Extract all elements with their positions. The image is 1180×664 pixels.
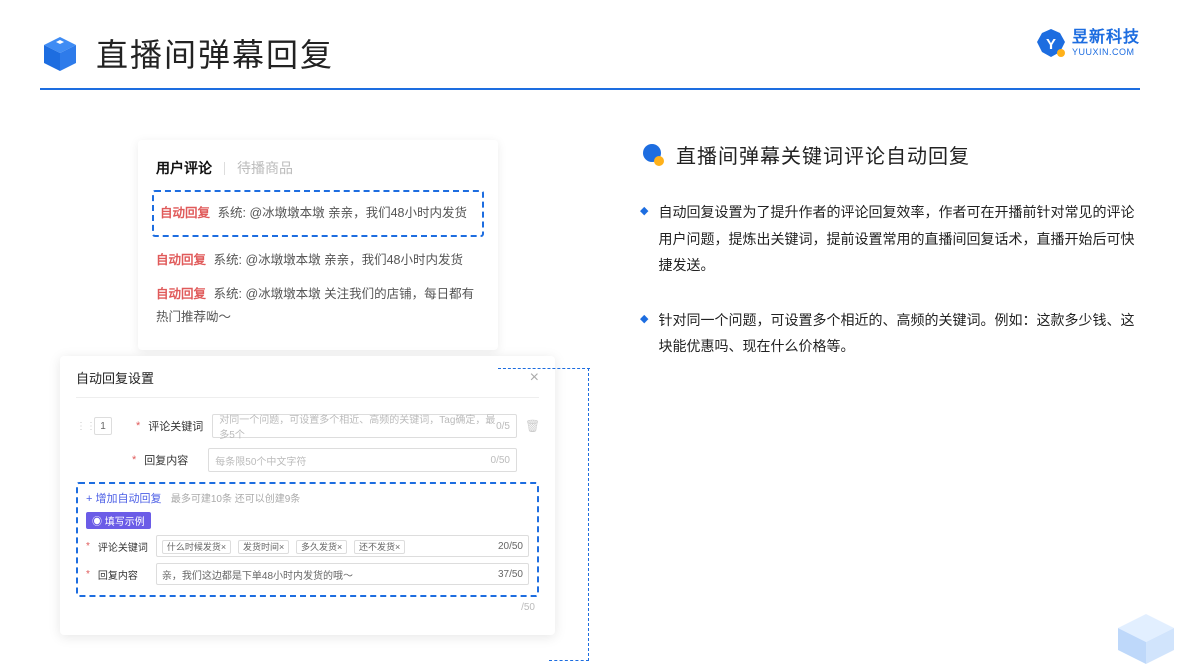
svg-text:Y: Y <box>1046 36 1056 53</box>
ex-keyword-counter: 20/50 <box>498 541 523 552</box>
comment-text: 系统: @冰墩墩本墩 亲亲，我们48小时内发货 <box>214 253 464 267</box>
comment-text: 系统: @冰墩墩本墩 亲亲，我们48小时内发货 <box>218 206 468 220</box>
example-keyword-row: * 评论关键词 什么时候发货× 发货时间× 多久发货× 还不发货× 20/50 <box>86 535 529 557</box>
tab-user-comments[interactable]: 用户评论 <box>156 158 212 178</box>
bullet-list: 自动回复设置为了提升作者的评论回复效率，作者可在开播前针对常见的评论用户问题，提… <box>640 199 1140 360</box>
settings-title: 自动回复设置 <box>76 368 154 387</box>
brand-name-en: YUUXIN.COM <box>1072 48 1140 57</box>
tag-chip[interactable]: 发货时间× <box>238 540 289 554</box>
cube-icon <box>40 33 80 73</box>
keyword-placeholder: 对同一个问题，可设置多个相近、高频的关键词，Tag确定，最多5个 <box>219 411 496 441</box>
list-item: 自动回复 系统: @冰墩墩本墩 亲亲，我们48小时内发货 <box>156 243 480 278</box>
example-reply-box: 亲，我们这边都是下单48小时内发货的哦～ 37/50 <box>156 563 529 585</box>
keyword-row: ⋮⋮ 1 * 评论关键词 对同一个问题，可设置多个相近、高频的关键词，Tag确定… <box>76 414 539 438</box>
keyword-label: 评论关键词 <box>148 418 204 434</box>
example-reply-row: * 回复内容 亲，我们这边都是下单48小时内发货的哦～ 37/50 <box>86 563 529 585</box>
ex-reply-label: 回复内容 <box>98 567 148 582</box>
section-head: 直播间弹幕关键词评论自动回复 <box>640 140 1140 169</box>
auto-reply-badge: 自动回复 <box>160 206 210 220</box>
required-icon: * <box>86 541 90 552</box>
ex-reply-counter: 37/50 <box>498 569 523 580</box>
corner-decoration <box>1112 606 1180 664</box>
reply-placeholder: 每条限50个中文字符 <box>215 453 306 468</box>
list-item: 自动回复 系统: @冰墩墩本墩 亲亲，我们48小时内发货 <box>160 196 476 231</box>
connector-line <box>549 660 589 661</box>
highlighted-comment: 自动回复 系统: @冰墩墩本墩 亲亲，我们48小时内发货 <box>152 190 484 237</box>
add-hint: 最多可建10条 还可以创建9条 <box>171 494 300 505</box>
required-icon: * <box>132 454 136 466</box>
add-auto-reply-link[interactable]: + 增加自动回复 <box>86 493 161 505</box>
required-icon: * <box>136 420 140 432</box>
left-column: 用户评论 待播商品 自动回复 系统: @冰墩墩本墩 亲亲，我们48小时内发货 自… <box>60 140 570 635</box>
brand-name-cn: 昱新科技 <box>1072 30 1140 46</box>
tab-pending-products[interactable]: 待播商品 <box>237 158 293 178</box>
tab-divider <box>224 162 225 175</box>
right-column: 直播间弹幕关键词评论自动回复 自动回复设置为了提升作者的评论回复效率，作者可在开… <box>640 140 1140 635</box>
drag-handle-icon[interactable]: ⋮⋮ <box>76 421 86 432</box>
page-header: 直播间弹幕回复 Y 昱新科技 YUUXIN.COM <box>0 0 1180 88</box>
page-title: 直播间弹幕回复 <box>96 30 334 76</box>
list-item: 自动回复设置为了提升作者的评论回复效率，作者可在开播前针对常见的评论用户问题，提… <box>640 199 1140 279</box>
ex-reply-text: 亲，我们这边都是下单48小时内发货的哦～ <box>162 567 353 582</box>
example-keyword-box: 什么时候发货× 发货时间× 多久发货× 还不发货× 20/50 <box>156 535 529 557</box>
keyword-counter: 0/5 <box>496 421 510 432</box>
brand-logo: Y 昱新科技 YUUXIN.COM <box>1036 28 1140 58</box>
connector-line <box>588 368 589 661</box>
connector-line <box>498 368 590 369</box>
trash-icon[interactable]: 🗑 <box>525 419 539 433</box>
ex-keyword-label: 评论关键词 <box>98 539 148 554</box>
auto-reply-badge: 自动回复 <box>156 253 206 267</box>
tag-chip[interactable]: 还不发货× <box>354 540 405 554</box>
tag-chip[interactable]: 什么时候发货× <box>162 540 231 554</box>
close-icon[interactable]: × <box>530 369 539 387</box>
reply-row: * 回复内容 每条限50个中文字符 0/50 <box>76 448 539 472</box>
reply-input[interactable]: 每条限50个中文字符 0/50 <box>208 448 517 472</box>
comments-panel: 用户评论 待播商品 自动回复 系统: @冰墩墩本墩 亲亲，我们48小时内发货 自… <box>138 140 498 350</box>
section-title: 直播间弹幕关键词评论自动回复 <box>676 140 970 169</box>
example-highlight: + 增加自动回复 最多可建10条 还可以创建9条 ◉ 填写示例 * 评论关键词 … <box>76 482 539 597</box>
reply-counter: 0/50 <box>491 455 510 466</box>
tag-chip[interactable]: 多久发货× <box>296 540 347 554</box>
trailing-count: /50 <box>76 597 539 613</box>
required-icon: * <box>86 569 90 580</box>
list-item: 针对同一个问题，可设置多个相近的、高频的关键词。例如：这款多少钱、这块能优惠吗、… <box>640 307 1140 360</box>
reply-label: 回复内容 <box>144 452 200 468</box>
example-pill: ◉ 填写示例 <box>86 512 151 529</box>
row-index: 1 <box>94 417 112 435</box>
auto-reply-badge: 自动回复 <box>156 287 206 301</box>
chat-bubble-icon <box>640 142 666 168</box>
auto-reply-settings-panel: 自动回复设置 × ⋮⋮ 1 * 评论关键词 对同一个问题，可设置多个相近、高频的… <box>60 356 555 635</box>
list-item: 自动回复 系统: @冰墩墩本墩 关注我们的店铺，每日都有热门推荐呦～ <box>156 277 480 334</box>
brand-icon: Y <box>1036 28 1066 58</box>
keyword-input[interactable]: 对同一个问题，可设置多个相近、高频的关键词，Tag确定，最多5个 0/5 <box>212 414 517 438</box>
